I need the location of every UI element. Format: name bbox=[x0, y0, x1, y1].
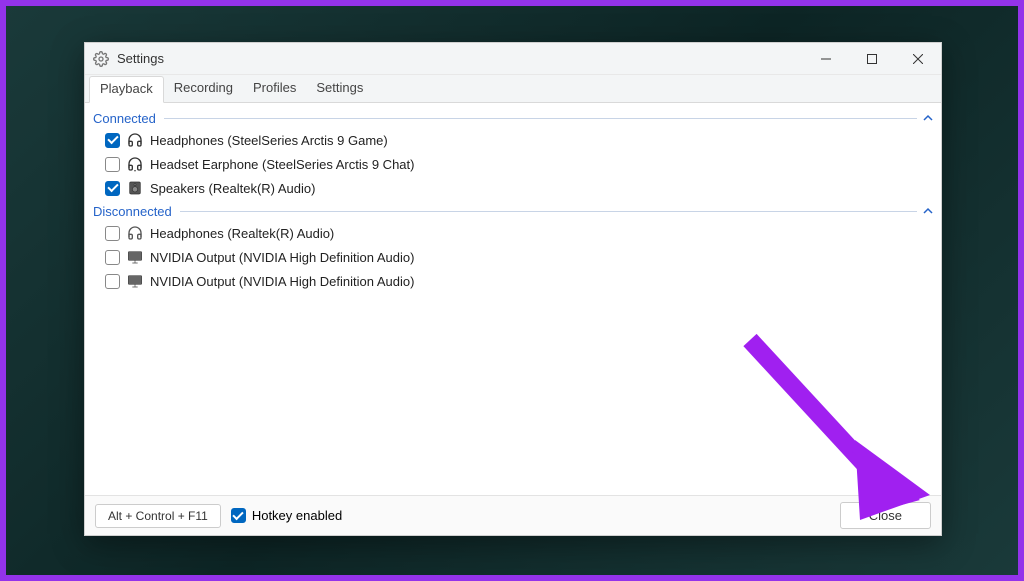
device-row[interactable]: NVIDIA Output (NVIDIA High Definition Au… bbox=[93, 269, 933, 293]
device-label: Headset Earphone (SteelSeries Arctis 9 C… bbox=[150, 157, 414, 172]
section-connected-label: Connected bbox=[93, 111, 156, 126]
device-list: Connected Headphones (SteelSeries Arctis… bbox=[85, 103, 941, 495]
headphones-icon bbox=[126, 131, 144, 149]
device-label: Speakers (Realtek(R) Audio) bbox=[150, 181, 315, 196]
device-checkbox[interactable] bbox=[105, 274, 120, 289]
chevron-up-icon bbox=[923, 112, 933, 126]
device-checkbox[interactable] bbox=[105, 157, 120, 172]
device-row[interactable]: Headset Earphone (SteelSeries Arctis 9 C… bbox=[93, 152, 933, 176]
headphones-icon bbox=[126, 224, 144, 242]
tab-recording[interactable]: Recording bbox=[164, 76, 243, 103]
tab-playback[interactable]: Playback bbox=[89, 76, 164, 103]
minimize-button[interactable] bbox=[803, 43, 849, 74]
device-checkbox[interactable] bbox=[105, 181, 120, 196]
device-checkbox[interactable] bbox=[105, 250, 120, 265]
device-row[interactable]: Headphones (SteelSeries Arctis 9 Game) bbox=[93, 128, 933, 152]
gear-icon bbox=[93, 51, 109, 67]
tab-settings[interactable]: Settings bbox=[306, 76, 373, 103]
headset-icon bbox=[126, 155, 144, 173]
settings-window: Settings Playback Recording Profiles Set… bbox=[84, 42, 942, 536]
chevron-up-icon bbox=[923, 205, 933, 219]
footer: Alt + Control + F11 Hotkey enabled Close bbox=[85, 495, 941, 535]
section-disconnected-header[interactable]: Disconnected bbox=[93, 202, 933, 221]
tab-profiles[interactable]: Profiles bbox=[243, 76, 306, 103]
device-label: NVIDIA Output (NVIDIA High Definition Au… bbox=[150, 250, 414, 265]
maximize-button[interactable] bbox=[849, 43, 895, 74]
tab-bar: Playback Recording Profiles Settings bbox=[85, 75, 941, 103]
titlebar: Settings bbox=[85, 43, 941, 75]
section-connected-header[interactable]: Connected bbox=[93, 109, 933, 128]
speaker-icon bbox=[126, 179, 144, 197]
device-row[interactable]: Headphones (Realtek(R) Audio) bbox=[93, 221, 933, 245]
device-row[interactable]: Speakers (Realtek(R) Audio) bbox=[93, 176, 933, 200]
section-disconnected-label: Disconnected bbox=[93, 204, 172, 219]
device-checkbox[interactable] bbox=[105, 133, 120, 148]
device-row[interactable]: NVIDIA Output (NVIDIA High Definition Au… bbox=[93, 245, 933, 269]
hotkey-button[interactable]: Alt + Control + F11 bbox=[95, 504, 221, 528]
device-label: Headphones (SteelSeries Arctis 9 Game) bbox=[150, 133, 388, 148]
device-label: NVIDIA Output (NVIDIA High Definition Au… bbox=[150, 274, 414, 289]
close-button[interactable]: Close bbox=[840, 502, 931, 529]
device-checkbox[interactable] bbox=[105, 226, 120, 241]
monitor-icon bbox=[126, 248, 144, 266]
device-label: Headphones (Realtek(R) Audio) bbox=[150, 226, 334, 241]
monitor-icon bbox=[126, 272, 144, 290]
hotkey-enabled-label: Hotkey enabled bbox=[252, 508, 342, 523]
hotkey-enabled-checkbox[interactable] bbox=[231, 508, 246, 523]
window-title: Settings bbox=[117, 51, 164, 66]
close-window-button[interactable] bbox=[895, 43, 941, 74]
